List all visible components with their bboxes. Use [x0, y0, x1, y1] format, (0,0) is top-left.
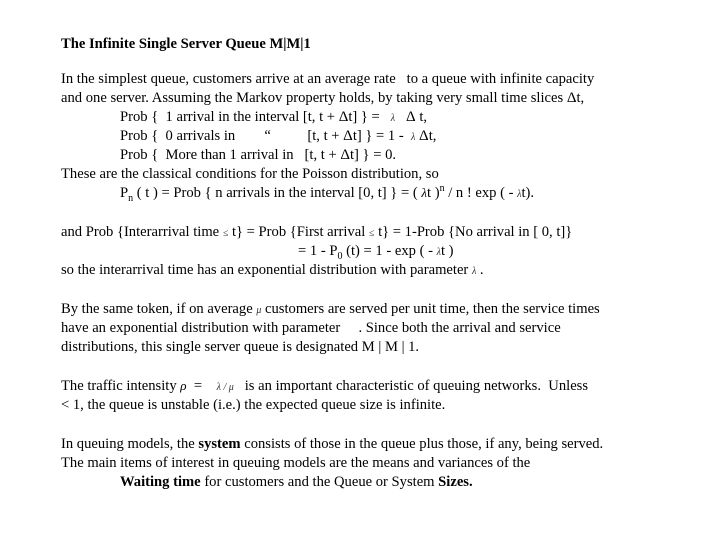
- para2-line2: = 1 - P0 (t) = 1 - exp ( - λt ): [298, 242, 454, 262]
- text: P: [120, 185, 129, 201]
- para1-line1: In the simplest queue, customers arrive …: [61, 70, 594, 88]
- prob-one-arrival: Prob { 1 arrival in the interval [t, t +…: [120, 108, 427, 128]
- text: ( t ) = Prob { n arrivals in the interva…: [133, 185, 422, 201]
- text: t] } = 0.: [349, 147, 397, 163]
- slash: /: [221, 382, 229, 393]
- delta-symbol: Δ: [419, 128, 429, 144]
- lambda-symbol: λ: [390, 113, 396, 124]
- text: In queuing models, the: [61, 436, 199, 452]
- para5-line3: Waiting time for customers and the Queue…: [120, 473, 473, 491]
- text: t,: [576, 90, 585, 106]
- delta-symbol: Δ: [343, 128, 353, 144]
- text: / n ! exp ( -: [444, 185, 518, 201]
- delta-symbol: Δ: [406, 109, 416, 125]
- delta-symbol: Δ: [340, 147, 350, 163]
- text: t] } = 1 -: [352, 128, 408, 144]
- page-title: The Infinite Single Server Queue M|M|1: [61, 36, 311, 52]
- text: and one server. Assuming the Markov prop…: [61, 90, 567, 106]
- text: =: [186, 378, 217, 394]
- para5-line2: The main items of interest in queuing mo…: [61, 455, 531, 471]
- text: t} = Prob {First arrival: [228, 224, 369, 240]
- bold-term-waiting-time: Waiting time: [120, 474, 201, 490]
- text: customers are served per unit time, then…: [261, 301, 600, 317]
- text: (t) = 1 - exp ( -: [342, 243, 437, 259]
- text: t ): [427, 185, 440, 201]
- para4-line2: < 1, the queue is unstable (i.e.) the ex…: [61, 397, 446, 413]
- para4-line1: The traffic intensity ρ = λ / μ is an im…: [61, 377, 588, 397]
- text: Prob { More than 1 arrival in [t, t +: [120, 147, 341, 163]
- text: By the same token, if on average: [61, 301, 257, 317]
- delta-symbol: Δ: [338, 109, 349, 125]
- text: and Prob {Interarrival time: [61, 224, 223, 240]
- text: to a queue with infinite capacity: [406, 71, 595, 87]
- text: so the interarrival time has an exponent…: [61, 262, 472, 278]
- bold-term-system: system: [198, 436, 241, 452]
- prob-zero-arrivals: Prob { 0 arrivals in “ [t, t + Δt] } = 1…: [120, 127, 436, 147]
- text: consists of those in the queue plus thos…: [240, 436, 604, 452]
- text: Prob { 1 arrival in the interval [t, t +: [120, 109, 339, 125]
- text: The traffic intensity: [61, 378, 181, 394]
- text: t,: [419, 109, 428, 125]
- text: for customers and the Queue or System: [200, 474, 439, 490]
- text: = 1 - P: [298, 243, 338, 259]
- text: .: [476, 262, 484, 278]
- para1-line3: These are the classical conditions for t…: [61, 166, 439, 182]
- text: t] } =: [348, 109, 384, 125]
- text: t ): [440, 243, 454, 259]
- text: t,: [428, 128, 437, 144]
- text: is an important characteristic of queuin…: [233, 378, 589, 394]
- poisson-formula: Pn ( t ) = Prob { n arrivals in the inte…: [120, 184, 534, 204]
- para3-line3: distributions, this single server queue …: [61, 339, 420, 355]
- para3-line1: By the same token, if on average μ custo…: [61, 300, 600, 320]
- lambda-symbol: λ: [411, 132, 416, 143]
- bold-term-sizes: Sizes.: [438, 474, 473, 490]
- text: In the simplest queue, customers arrive …: [61, 71, 400, 87]
- prob-more-than-one: Prob { More than 1 arrival in [t, t + Δt…: [120, 146, 396, 164]
- text: Prob { 0 arrivals in “ [t, t +: [120, 128, 344, 144]
- para2-line1: and Prob {Interarrival time ≤ t} = Prob …: [61, 223, 572, 243]
- para2-line3: so the interarrival time has an exponent…: [61, 261, 484, 281]
- para3-line2: have an exponential distribution with pa…: [61, 320, 561, 336]
- text: t} = 1-Prob {No arrival in [ 0, t]}: [374, 224, 573, 240]
- para1-line2: and one server. Assuming the Markov prop…: [61, 89, 584, 107]
- para5-line1: In queuing models, the system consists o…: [61, 435, 603, 453]
- text: t).: [521, 185, 535, 201]
